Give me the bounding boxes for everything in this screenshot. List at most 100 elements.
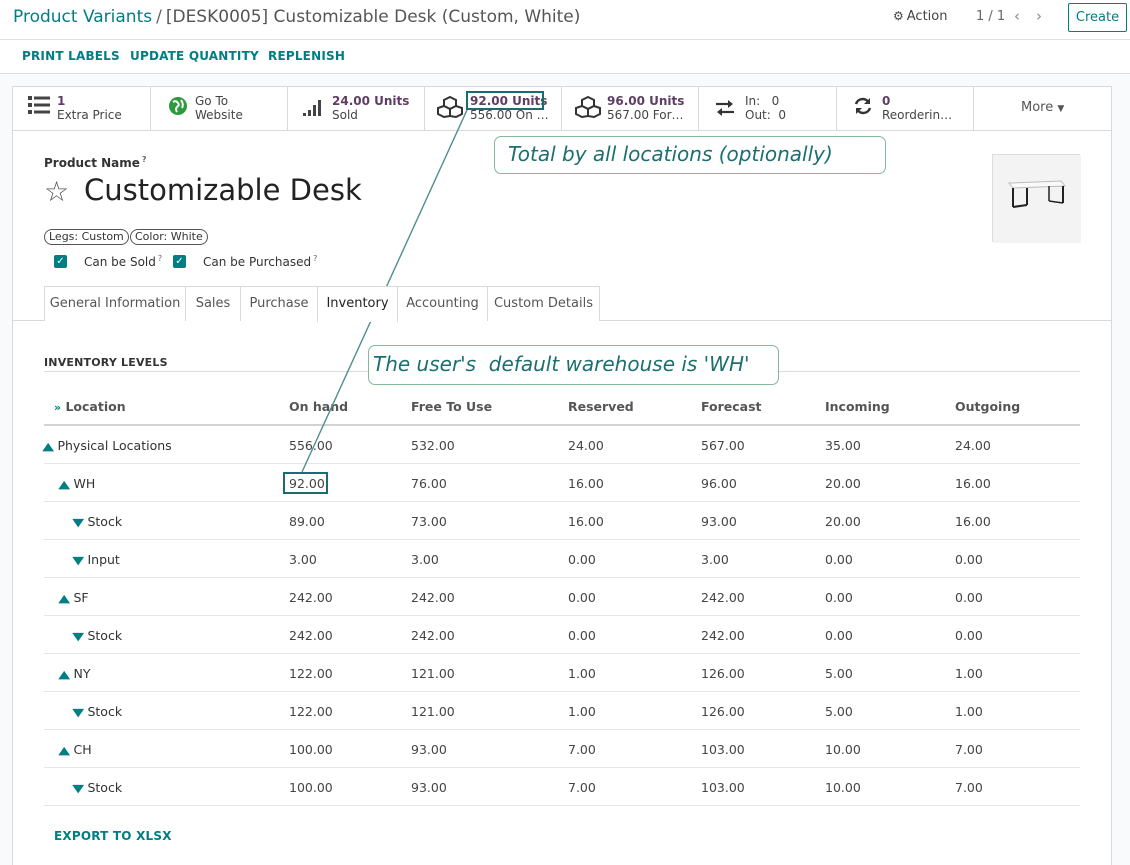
column-header-location[interactable]: » Location — [54, 399, 126, 414]
table-row[interactable]: ▼ Stock 122.00 121.00 1.00 126.00 5.00 1.00 — [44, 692, 1080, 730]
value-cell: 7.00 — [568, 780, 596, 795]
chevron-down-icon[interactable]: ▼ — [72, 554, 84, 567]
chevron-up-icon[interactable]: ▲ — [58, 668, 70, 681]
value-cell: 3.00 — [289, 552, 317, 567]
create-button[interactable]: Create — [1068, 3, 1127, 32]
table-row[interactable]: ▲ Physical Locations 556.00 532.00 24.00 567.… — [42, 426, 1080, 464]
location-label: Stock — [87, 704, 123, 719]
go-to-label: Go To — [195, 94, 229, 108]
chevron-up-icon[interactable]: ▲ — [58, 744, 70, 757]
breadcrumb-current: [DESK0005] Customizable Desk (Custom, Wh… — [165, 7, 581, 27]
print-labels-button[interactable]: PRINT LABELS — [22, 49, 120, 63]
value-cell: 20.00 — [825, 514, 861, 529]
location-label: NY — [73, 666, 91, 681]
action-button[interactable]: ⚙ Action — [893, 9, 947, 24]
chevron-up-icon[interactable]: ▲ — [58, 592, 70, 605]
chevron-right-icon[interactable]: › — [1036, 7, 1042, 25]
location-cell[interactable]: ▼ Input — [72, 552, 120, 567]
location-cell[interactable]: ▲ CH — [58, 742, 91, 757]
column-header-outgoing[interactable]: Outgoing — [955, 399, 1020, 414]
chevron-down-icon[interactable]: ▼ — [72, 706, 84, 719]
product-name[interactable]: Customizable Desk — [84, 173, 362, 207]
can-be-sold-checkbox[interactable]: ✓ — [54, 255, 67, 268]
chevron-left-icon[interactable]: ‹ — [1014, 7, 1020, 25]
desk-image — [993, 155, 1081, 243]
product-image[interactable] — [992, 154, 1081, 243]
tab-general-information[interactable]: General Information — [44, 286, 186, 321]
table-row[interactable]: ▼ Stock 100.00 93.00 7.00 103.00 10.00 7.00 — [44, 768, 1080, 806]
tab-accounting[interactable]: Accounting — [397, 286, 488, 321]
chevron-down-icon[interactable]: ▼ — [72, 630, 84, 643]
value-cell: 7.00 — [955, 742, 983, 757]
extra-price-count: 1 — [57, 94, 66, 108]
tab-inventory[interactable]: Inventory — [317, 286, 398, 322]
column-header-forecast[interactable]: Forecast — [701, 399, 762, 414]
tab-sales[interactable]: Sales — [185, 286, 241, 321]
value-cell: 3.00 — [411, 552, 439, 567]
update-quantity-button[interactable]: UPDATE QUANTITY — [130, 49, 259, 63]
extra-price-button[interactable]: 1 Extra Price — [12, 86, 151, 130]
breadcrumb-parent-link[interactable]: Product Variants — [13, 7, 152, 27]
refresh-icon — [853, 96, 873, 121]
value-cell: 24.00 — [955, 438, 991, 453]
location-cell[interactable]: ▼ Stock — [72, 514, 122, 529]
chevron-up-icon[interactable]: ▲ — [58, 478, 70, 491]
tab-purchase[interactable]: Purchase — [240, 286, 318, 321]
control-panel: Product Variants / [DESK0005] Customizable… — [0, 0, 1130, 40]
column-header-incoming[interactable]: Incoming — [825, 399, 890, 414]
action-label: Action — [906, 9, 948, 24]
go-to-website-button[interactable]: Go To Website — [151, 86, 288, 130]
callout-default-warehouse: The user's default warehouse is 'WH' — [368, 345, 779, 385]
table-row[interactable]: ▼ Input 3.00 3.00 0.00 3.00 0.00 0.00 — [44, 540, 1080, 578]
value-cell: 0.00 — [568, 590, 596, 605]
value-cell: 121.00 — [411, 666, 455, 681]
on-hand-highlight — [466, 91, 544, 110]
location-cell[interactable]: ▲ Physical Locations — [42, 438, 171, 453]
table-row[interactable]: ▲ NY 122.00 121.00 1.00 126.00 5.00 1.00 — [44, 654, 1080, 692]
location-cell[interactable]: ▼ Stock — [72, 780, 122, 795]
table-row[interactable]: ▲ WH 92.00 76.00 16.00 96.00 20.00 16.00 — [44, 464, 1080, 502]
tab-custom-details[interactable]: Custom Details — [487, 286, 600, 321]
location-cell[interactable]: ▲ NY — [58, 666, 91, 681]
value-cell: 1.00 — [955, 704, 983, 719]
breadcrumb-separator: / — [156, 7, 162, 27]
reordering-label: Reorderin… — [882, 108, 953, 122]
reordering-button[interactable]: 0 Reorderin… — [837, 86, 974, 130]
more-button[interactable]: More ▼ — [1021, 100, 1064, 115]
value-cell: 242.00 — [701, 590, 745, 605]
value-cell: 0.00 — [955, 628, 983, 643]
chevron-down-icon[interactable]: ▼ — [72, 516, 84, 529]
forecast-units: 96.00 Units — [607, 94, 685, 108]
location-cell[interactable]: ▲ WH — [58, 476, 95, 491]
location-cell[interactable]: ▼ Stock — [72, 704, 123, 719]
replenish-button[interactable]: REPLENISH — [268, 49, 345, 63]
value-cell: 103.00 — [701, 742, 745, 757]
can-be-purchased-checkbox[interactable]: ✓ — [173, 255, 186, 268]
pager-value[interactable]: 1 / 1 — [976, 9, 1005, 24]
chevron-down-icon[interactable]: ▼ — [72, 782, 84, 795]
table-row[interactable]: ▼ Stock 242.00 242.00 0.00 242.00 0.00 0.00 — [44, 616, 1080, 654]
in-out-button[interactable]: In: 0 Out: 0 — [699, 86, 837, 130]
column-header-reserved[interactable]: Reserved — [568, 399, 634, 414]
value-cell: 5.00 — [825, 666, 853, 681]
value-cell: 1.00 — [568, 666, 596, 681]
sold-button[interactable]: 24.00 Units Sold — [288, 86, 425, 130]
column-header-free-to-use[interactable]: Free To Use — [411, 399, 492, 414]
star-icon[interactable]: ☆ — [44, 175, 69, 208]
column-header-on-hand[interactable]: On hand — [289, 399, 348, 414]
location-cell[interactable]: ▼ Stock — [72, 628, 122, 643]
value-cell: 242.00 — [701, 628, 745, 643]
value-cell: 242.00 — [289, 628, 333, 643]
callout-total-all-locations: Total by all locations (optionally) — [494, 136, 886, 174]
table-row[interactable]: ▼ Stock 89.00 73.00 16.00 93.00 20.00 16.00 — [44, 502, 1080, 540]
value-cell: 96.00 — [701, 476, 737, 491]
export-xlsx-button[interactable]: EXPORT TO XLSX — [54, 829, 172, 843]
value-cell: 35.00 — [825, 438, 861, 453]
forecasted-button[interactable]: 96.00 Units 567.00 For… — [562, 86, 699, 130]
breadcrumb: Product Variants / [DESK0005] Customizable… — [13, 7, 580, 27]
inventory-levels-title: INVENTORY LEVELS — [44, 356, 168, 369]
location-cell[interactable]: ▲ SF — [58, 590, 88, 605]
table-row[interactable]: ▲ CH 100.00 93.00 7.00 103.00 10.00 7.00 — [44, 730, 1080, 768]
table-row[interactable]: ▲ SF 242.00 242.00 0.00 242.00 0.00 0.00 — [44, 578, 1080, 616]
chevron-up-icon[interactable]: ▲ — [42, 440, 54, 453]
